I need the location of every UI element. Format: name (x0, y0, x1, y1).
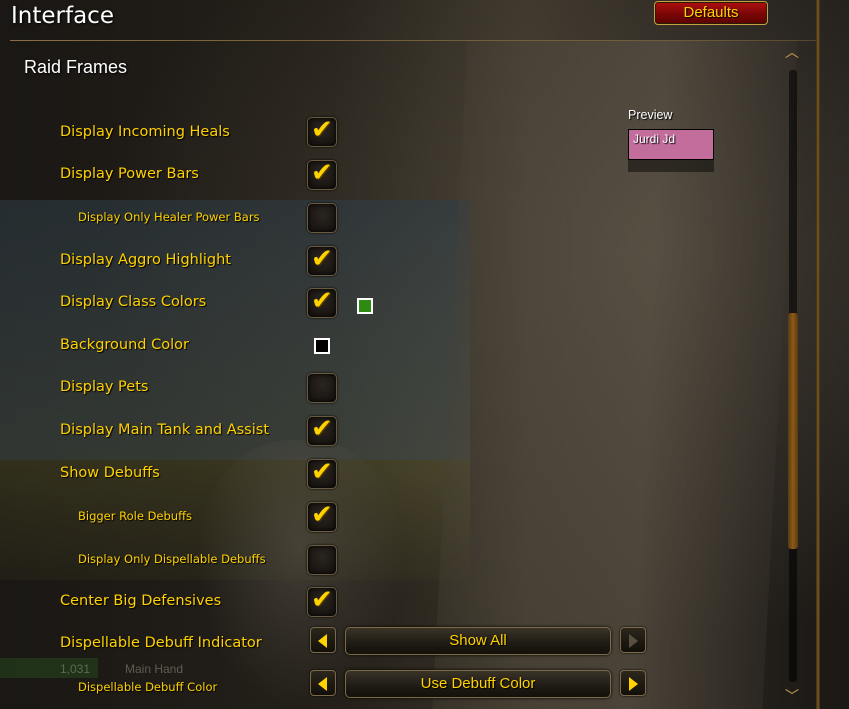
background-color-swatch[interactable] (314, 338, 330, 354)
option-label-main-tank-assist: Display Main Tank and Assist (60, 422, 270, 438)
dispel-indicator-prev-button[interactable] (310, 627, 336, 653)
dispel-color-dropdown[interactable]: Use Debuff Color (345, 670, 611, 698)
option-label-show-debuffs: Show Debuffs (60, 465, 160, 481)
checkmark-icon: ✔ (311, 585, 333, 615)
title-divider (10, 40, 819, 41)
background-value-text: 1,031 (60, 662, 91, 676)
checkmark-icon: ✔ (311, 500, 333, 530)
dispel-color-prev-button[interactable] (310, 670, 336, 696)
checkbox-class-colors[interactable]: ✔ (307, 286, 337, 318)
section-title: Raid Frames (24, 57, 128, 77)
option-label-power-bars: Display Power Bars (60, 166, 199, 182)
preview-frame-shadow (628, 160, 714, 172)
arrow-right-icon (629, 677, 638, 691)
checkmark-icon: ✔ (311, 457, 333, 487)
option-label-incoming-heals: Display Incoming Heals (60, 124, 230, 140)
dispel-color-next-button[interactable] (620, 670, 646, 696)
checkbox-power-bars[interactable]: ✔ (307, 158, 337, 190)
dispel-indicator-dropdown[interactable]: Show All (345, 627, 611, 655)
preview-unit-name: Jurdi Jd (633, 132, 676, 146)
checkmark-icon: ✔ (311, 244, 333, 274)
option-label-bigger-role-debuffs: Bigger Role Debuffs (78, 509, 193, 523)
checkbox-healer-power-bars[interactable] (307, 203, 337, 233)
arrow-left-icon (318, 677, 327, 691)
option-label-center-big-defensives: Center Big Defensives (60, 593, 222, 609)
background-sky (0, 200, 470, 460)
panel-edge (816, 0, 820, 709)
arrow-right-icon (629, 634, 638, 648)
checkbox-show-debuffs[interactable]: ✔ (307, 457, 337, 489)
checkmark-icon: ✔ (311, 286, 333, 316)
scrollbar-thumb[interactable] (788, 313, 798, 549)
checkmark-icon: ✔ (311, 158, 333, 188)
option-label-healer-power-bars: Display Only Healer Power Bars (78, 210, 260, 224)
checkbox-center-big-defensives[interactable]: ✔ (307, 585, 337, 617)
checkbox-display-pets[interactable] (307, 373, 337, 403)
preview-label: Preview (628, 108, 673, 122)
scroll-up-icon[interactable]: ︿ (785, 46, 799, 60)
option-label-dispel-color: Dispellable Debuff Color (78, 680, 218, 694)
option-label-aggro-highlight: Display Aggro Highlight (60, 252, 231, 268)
defaults-button[interactable]: Defaults (654, 1, 768, 25)
background-main-hand-text: Main Hand (125, 662, 184, 676)
checkbox-main-tank-assist[interactable]: ✔ (307, 414, 337, 446)
background-character (195, 440, 405, 709)
option-label-dispel-indicator: Dispellable Debuff Indicator (60, 635, 262, 651)
option-label-background-color: Background Color (60, 337, 189, 353)
checkbox-bigger-role-debuffs[interactable]: ✔ (307, 500, 337, 532)
class-color-swatch[interactable] (357, 298, 373, 314)
arrow-left-icon (318, 634, 327, 648)
window-title: Interface (11, 3, 114, 29)
scroll-down-icon[interactable]: ﹀ (785, 690, 799, 704)
option-label-class-colors: Display Class Colors (60, 294, 207, 310)
background-wall (432, 40, 798, 709)
option-label-dispellable-only: Display Only Dispellable Debuffs (78, 552, 266, 566)
checkbox-dispellable-only[interactable] (307, 545, 337, 575)
checkbox-incoming-heals[interactable]: ✔ (307, 115, 337, 147)
dispel-indicator-next-button[interactable] (620, 627, 646, 653)
checkmark-icon: ✔ (311, 115, 333, 145)
checkmark-icon: ✔ (311, 414, 333, 444)
option-label-display-pets: Display Pets (60, 379, 149, 395)
preview-raid-frame: Jurdi Jd (628, 129, 714, 160)
checkbox-aggro-highlight[interactable]: ✔ (307, 244, 337, 276)
